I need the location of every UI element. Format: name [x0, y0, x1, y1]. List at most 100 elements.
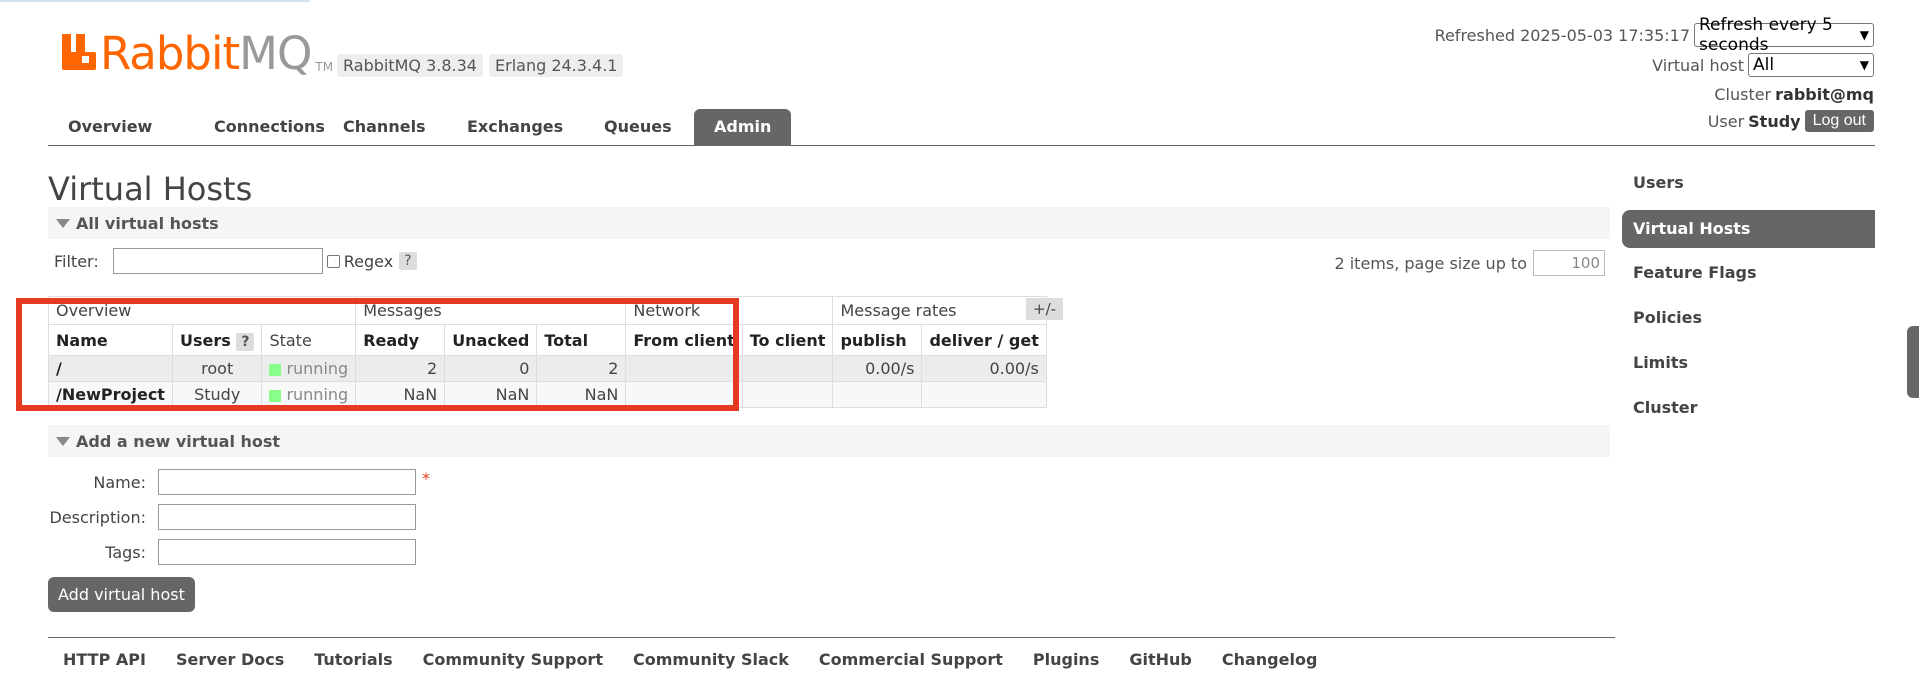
vhost-unacked: NaN [444, 381, 538, 408]
table-row[interactable]: / root running 2 0 2 0.00/s 0.00/s [48, 355, 1047, 382]
running-status-icon [269, 389, 282, 402]
footer-link-github[interactable]: GitHub [1129, 650, 1192, 669]
tags-label: Tags: [105, 542, 146, 562]
paging-label: 2 items, page size up to [1334, 253, 1527, 273]
sidebar-item-virtual-hosts[interactable]: Virtual Hosts [1622, 210, 1875, 248]
add-virtual-host-section-toggle[interactable]: Add a new virtual host [48, 425, 1610, 457]
name-form-row: Name: * [48, 469, 430, 495]
column-options-button[interactable]: +/- [1026, 298, 1064, 320]
erlang-version-badge: Erlang 24.3.4.1 [489, 54, 624, 77]
vhost-tags-input[interactable] [158, 539, 416, 565]
footer-link-commercial-support[interactable]: Commercial Support [819, 650, 1003, 669]
tab-overview[interactable]: Overview [48, 109, 172, 145]
group-header-network: Network [625, 296, 834, 325]
page-size-input[interactable]: 100 [1533, 250, 1605, 276]
col-ready[interactable]: Ready [355, 324, 446, 356]
virtual-host-select[interactable]: All ▼ [1748, 53, 1874, 77]
main-nav: Overview Connections Channels Exchanges … [48, 105, 1875, 146]
vhost-from-client [625, 355, 743, 382]
vhost-users: Study [171, 381, 263, 408]
sidebar-item-cluster[interactable]: Cluster [1622, 390, 1875, 435]
rabbitmq-version-badge: RabbitMQ 3.8.34 [337, 54, 483, 77]
tab-channels[interactable]: Channels [323, 109, 446, 145]
all-virtual-hosts-section-toggle[interactable]: All virtual hosts [48, 207, 1610, 239]
paging-info: 2 items, page size up to 100 [1334, 250, 1605, 276]
side-edge-widget[interactable] [1907, 326, 1919, 398]
col-from-client[interactable]: From client [625, 324, 743, 356]
admin-sidebar: Users Virtual Hosts Feature Flags Polici… [1622, 165, 1875, 435]
top-accent-line [0, 0, 310, 2]
footer-link-plugins[interactable]: Plugins [1033, 650, 1099, 669]
description-form-row: Description: [48, 504, 416, 530]
cluster-name: rabbit@mq [1775, 84, 1874, 104]
tags-form-row: Tags: [48, 539, 416, 565]
sidebar-item-users[interactable]: Users [1622, 165, 1875, 210]
regex-label: Regex [343, 251, 394, 271]
required-marker: * [422, 468, 430, 488]
col-total[interactable]: Total [536, 324, 627, 356]
vhost-deliver-rate: 0.00/s [921, 355, 1047, 382]
group-header-messages: Messages [355, 296, 627, 325]
vhost-from-client [625, 381, 743, 408]
vhost-ready: NaN [355, 381, 446, 408]
logo-wordmark: RabbitMQ [100, 27, 312, 80]
col-state[interactable]: State [261, 324, 357, 356]
footer-link-tutorials[interactable]: Tutorials [314, 650, 392, 669]
collapse-triangle-icon [56, 218, 70, 228]
table-row[interactable]: /NewProject Study running NaN NaN NaN [48, 381, 1047, 408]
vhost-to-client [741, 381, 834, 408]
group-header-message-rates: Message rates [832, 296, 1047, 325]
tab-queues[interactable]: Queues [584, 109, 692, 145]
tab-exchanges[interactable]: Exchanges [447, 109, 583, 145]
sidebar-item-feature-flags[interactable]: Feature Flags [1622, 255, 1875, 300]
add-virtual-host-button[interactable]: Add virtual host [48, 577, 195, 612]
virtual-host-label: Virtual host [1652, 55, 1744, 75]
footer-link-http-api[interactable]: HTTP API [63, 650, 146, 669]
vhost-deliver-rate [921, 381, 1047, 408]
vhost-publish-rate: 0.00/s [832, 355, 923, 382]
rabbitmq-logo-icon [62, 34, 96, 76]
col-deliver-get[interactable]: deliver / get [921, 324, 1047, 356]
logo-trademark: TM [315, 60, 334, 74]
footer-link-community-support[interactable]: Community Support [423, 650, 603, 669]
footer-link-server-docs[interactable]: Server Docs [176, 650, 284, 669]
vhost-description-input[interactable] [158, 504, 416, 530]
vhost-state: running [261, 381, 357, 408]
vhost-name-link[interactable]: / [48, 355, 173, 382]
vhost-total: NaN [536, 381, 627, 408]
filter-input[interactable] [112, 248, 323, 274]
vhost-to-client [741, 355, 834, 382]
sidebar-item-policies[interactable]: Policies [1622, 300, 1875, 345]
rabbitmq-logo: RabbitMQ TM [62, 30, 333, 78]
page-title: Virtual Hosts [48, 170, 253, 208]
footer-link-changelog[interactable]: Changelog [1222, 650, 1318, 669]
chevron-down-icon: ▼ [1859, 58, 1869, 72]
vhost-ready: 2 [355, 355, 446, 382]
refreshed-timestamp: Refreshed 2025-05-03 17:35:17 [1434, 25, 1690, 45]
col-unacked[interactable]: Unacked [444, 324, 538, 356]
vhost-users: root [171, 355, 263, 382]
users-help-button[interactable]: ? [236, 332, 255, 351]
filter-row: Filter: Regex ? [54, 248, 417, 274]
footer-links: HTTP API Server Docs Tutorials Community… [48, 637, 1615, 669]
col-publish[interactable]: publish [832, 324, 923, 356]
cluster-label: Cluster [1714, 84, 1772, 104]
regex-checkbox[interactable] [326, 254, 340, 268]
vhost-publish-rate [832, 381, 923, 408]
tab-admin[interactable]: Admin [694, 109, 792, 145]
sidebar-item-limits[interactable]: Limits [1622, 345, 1875, 390]
section-title: Add a new virtual host [76, 431, 281, 451]
refresh-interval-select[interactable]: Refresh every 5 seconds ▼ [1694, 15, 1874, 55]
col-to-client[interactable]: To client [741, 324, 834, 356]
col-name[interactable]: Name [48, 324, 173, 356]
group-header-overview: Overview [47, 296, 357, 325]
vhost-name-input[interactable] [158, 469, 416, 495]
col-users: Users ? [171, 324, 263, 356]
vhost-name-link[interactable]: /NewProject [48, 381, 173, 408]
footer-link-community-slack[interactable]: Community Slack [633, 650, 789, 669]
vhost-unacked: 0 [444, 355, 538, 382]
vhost-state: running [261, 355, 357, 382]
collapse-triangle-icon [56, 436, 70, 446]
regex-help-button[interactable]: ? [399, 252, 417, 270]
chevron-down-icon: ▼ [1859, 28, 1869, 42]
